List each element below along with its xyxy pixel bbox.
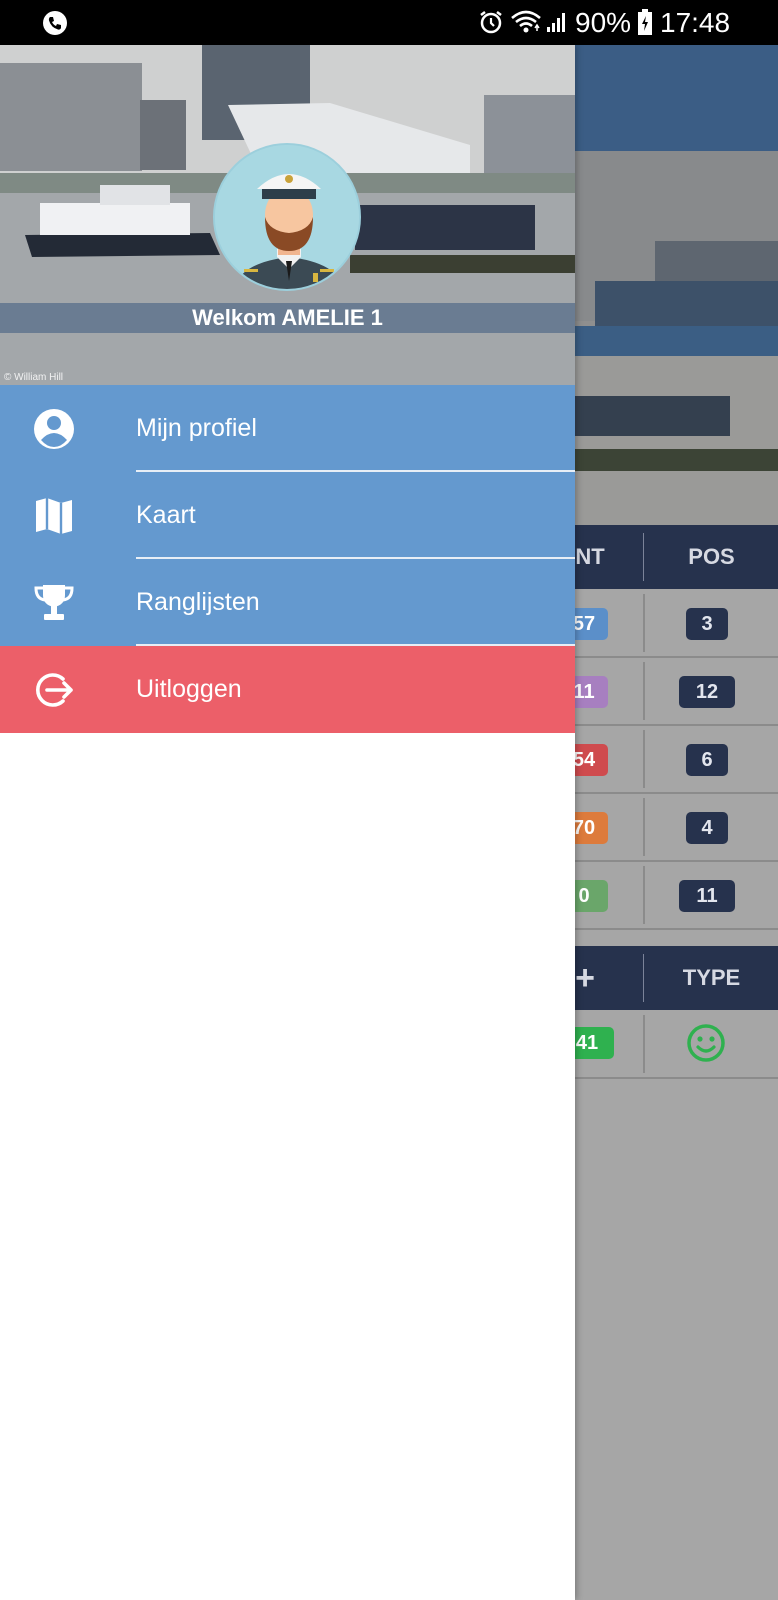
signal-icon bbox=[547, 13, 565, 32]
avatar[interactable] bbox=[213, 143, 361, 291]
pos-pill: 11 bbox=[679, 880, 735, 912]
menu-item-mijn-profiel[interactable]: Mijn profiel bbox=[0, 385, 575, 472]
wifi-icon bbox=[511, 10, 541, 33]
header-col-type: TYPE bbox=[682, 965, 741, 990]
header-col-pos: POS bbox=[688, 544, 735, 569]
photo-credit: © William Hill bbox=[4, 372, 64, 383]
captain-avatar-icon bbox=[215, 145, 359, 289]
menu-item-kaart[interactable]: Kaart bbox=[0, 472, 575, 559]
map-icon bbox=[36, 498, 72, 534]
row-separator bbox=[643, 798, 645, 856]
account-circle-icon bbox=[34, 409, 74, 449]
battery-percent: 90% bbox=[575, 7, 632, 38]
row-separator bbox=[643, 662, 645, 720]
pos-pill: 4 bbox=[686, 812, 728, 844]
welcome-text: Welkom AMELIE 1 bbox=[192, 305, 383, 330]
menu-item-label: Uitloggen bbox=[136, 675, 242, 703]
smiley-icon bbox=[687, 1024, 725, 1062]
row-separator bbox=[643, 730, 645, 788]
status-clock: 17:48 bbox=[660, 7, 731, 38]
header-separator bbox=[643, 533, 644, 581]
menu-item-label: Ranglijsten bbox=[136, 588, 260, 616]
battery-icon bbox=[638, 9, 652, 35]
drawer-header: Welkom AMELIE 1 © William Hill bbox=[0, 45, 575, 385]
logout-icon bbox=[36, 673, 73, 707]
row-separator bbox=[643, 594, 645, 652]
call-icon bbox=[43, 11, 67, 35]
pos-pill: 6 bbox=[686, 744, 728, 776]
menu-item-label: Kaart bbox=[136, 501, 196, 529]
row-separator bbox=[643, 866, 645, 924]
header-separator bbox=[643, 954, 644, 1002]
menu-item-uitloggen[interactable]: Uitloggen bbox=[0, 646, 575, 733]
alarm-icon bbox=[480, 11, 502, 34]
menu-item-label: Mijn profiel bbox=[136, 414, 257, 442]
trophy-icon bbox=[34, 585, 74, 620]
menu-item-ranglijsten[interactable]: Ranglijsten bbox=[0, 559, 575, 646]
status-bar: 90% 17:48 bbox=[0, 0, 778, 45]
pos-pill: 12 bbox=[679, 676, 735, 708]
pos-pill: 3 bbox=[686, 608, 728, 640]
navigation-drawer[interactable]: Welkom AMELIE 1 © William Hill Mijn prof… bbox=[0, 45, 575, 1600]
row-separator bbox=[643, 1015, 645, 1073]
